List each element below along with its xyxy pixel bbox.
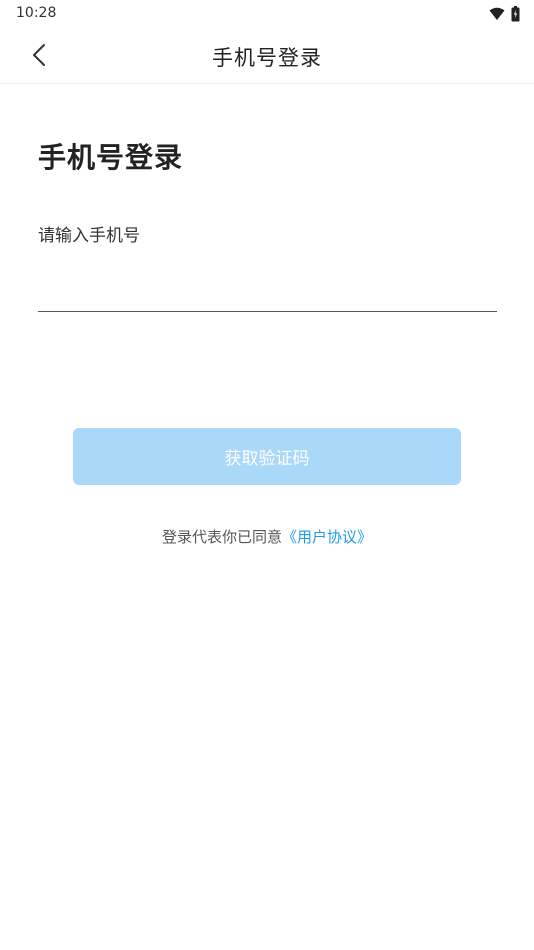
page-heading: 手机号登录 xyxy=(38,141,184,174)
status-bar: 10:28 xyxy=(0,0,534,28)
agreement-text: 登录代表你已同意《用户协议》 xyxy=(0,526,534,547)
app-bar-title: 手机号登录 xyxy=(212,46,322,70)
battery-icon xyxy=(511,6,520,22)
wifi-icon xyxy=(489,7,505,21)
status-icons xyxy=(489,5,520,23)
phone-label: 请输入手机号 xyxy=(38,226,140,246)
agreement-prefix: 登录代表你已同意 xyxy=(161,528,282,546)
user-agreement-link[interactable]: 《用户协议》 xyxy=(282,528,372,546)
status-time: 10:28 xyxy=(16,5,57,21)
get-code-button[interactable]: 获取验证码 xyxy=(73,428,461,485)
phone-input[interactable] xyxy=(38,266,497,312)
app-bar: 手机号登录 xyxy=(0,28,534,84)
